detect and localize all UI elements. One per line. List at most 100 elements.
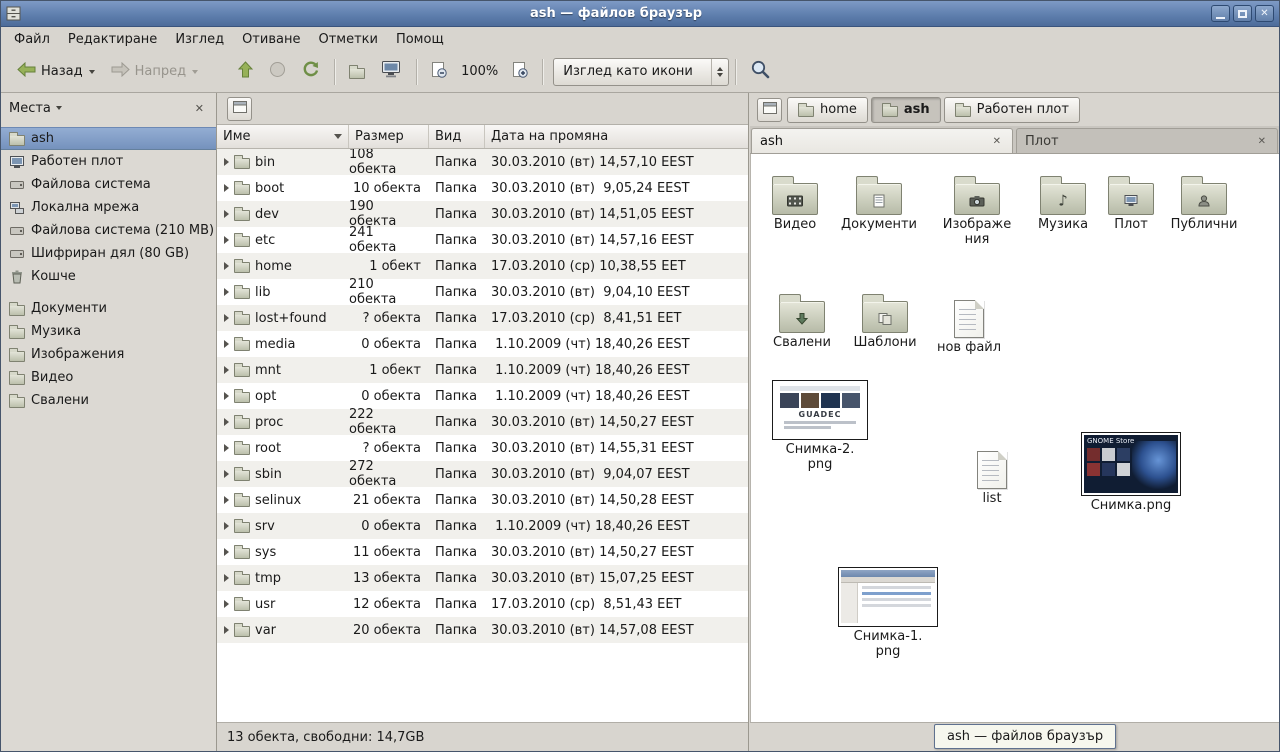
combo-spinner-icon[interactable] [711,59,728,85]
file-icon-item[interactable]: Плот [1090,174,1172,233]
expander-icon[interactable] [224,600,229,608]
edit-location-button-2[interactable] [757,98,782,122]
table-row[interactable]: opt0 обектаПапка 1.10.2009 (чт) 18,40,26… [217,383,748,409]
edit-location-button[interactable] [227,97,252,121]
expander-icon[interactable] [224,418,229,426]
zoom-in-button[interactable] [504,56,536,88]
file-icon-item[interactable]: Шаблони [844,292,926,351]
view-mode-select[interactable]: Изглед като икони [553,58,729,86]
path-button[interactable]: Работен плот [944,97,1080,123]
sidebar-item[interactable]: Видео [1,366,216,389]
table-row[interactable]: dev190 обектаПапка30.03.2010 (вт) 14,51,… [217,201,748,227]
table-row[interactable]: var20 обектаПапка30.03.2010 (вт) 14,57,0… [217,617,748,643]
reload-button[interactable] [294,56,328,88]
sidebar-item[interactable]: Работен плот [1,150,216,173]
table-row[interactable]: lib210 обектаПапка30.03.2010 (вт) 9,04,1… [217,279,748,305]
table-row[interactable]: selinux21 обектаПапка30.03.2010 (вт) 14,… [217,487,748,513]
path-button[interactable]: home [787,97,868,123]
expander-icon[interactable] [224,626,229,634]
column-header[interactable]: Име [217,125,349,148]
tab-close-icon[interactable]: ✕ [990,135,1004,148]
file-icon-item[interactable]: Публични [1163,174,1245,233]
table-row[interactable]: home1 обектПапка17.03.2010 (ср) 10,38,55… [217,253,748,279]
tab[interactable]: Плот✕ [1016,128,1278,153]
file-icon-item[interactable]: Видео [754,174,836,233]
file-icon-item[interactable]: Документи [838,174,920,233]
file-icon-item[interactable]: Изображения [936,174,1018,248]
stop-button[interactable] [261,56,294,88]
menu-item[interactable]: Помощ [387,29,453,50]
expander-icon[interactable] [224,236,229,244]
expander-icon[interactable] [224,262,229,270]
sidebar-item[interactable]: Музика [1,320,216,343]
sidebar-item[interactable]: Кошче [1,265,216,288]
up-button[interactable] [230,56,261,88]
sidebar-item[interactable]: Изображения [1,343,216,366]
tab[interactable]: ash✕ [751,128,1013,153]
file-icon-item[interactable]: Свалени [761,292,843,351]
file-icon-item[interactable]: GUADECСнимка-2.png [765,380,875,473]
menu-item[interactable]: Отметки [309,29,386,50]
table-row[interactable]: sbin272 обектаПапка30.03.2010 (вт) 9,04,… [217,461,748,487]
table-row[interactable]: etc241 обектаПапка30.03.2010 (вт) 14,57,… [217,227,748,253]
table-row[interactable]: lost+found? обектаПапка17.03.2010 (ср) 8… [217,305,748,331]
table-row[interactable]: mnt1 обектПапка 1.10.2009 (чт) 18,40,26 … [217,357,748,383]
expander-icon[interactable] [224,548,229,556]
back-button[interactable]: Назад [9,56,103,88]
forward-button[interactable]: Напред [103,56,206,88]
sidebar-item[interactable]: Локална мрежа [1,196,216,219]
computer-button[interactable] [373,56,410,88]
table-row[interactable]: proc222 обектаПапка30.03.2010 (вт) 14,50… [217,409,748,435]
expander-icon[interactable] [224,574,229,582]
expander-icon[interactable] [224,210,229,218]
table-row[interactable]: root? обектаПапка30.03.2010 (вт) 14,55,3… [217,435,748,461]
table-row[interactable]: usr12 обектаПапка17.03.2010 (ср) 8,51,43… [217,591,748,617]
sidebar-dropdown-icon[interactable] [56,106,62,110]
sidebar-item[interactable]: Шифриран дял (80 GB) [1,242,216,265]
expander-icon[interactable] [224,314,229,322]
zoom-out-button[interactable] [423,56,455,88]
expander-icon[interactable] [224,158,229,166]
table-row[interactable]: boot10 обектаПапка30.03.2010 (вт) 9,05,2… [217,175,748,201]
sidebar-close-icon[interactable]: ✕ [191,101,208,116]
expander-icon[interactable] [224,340,229,348]
expander-icon[interactable] [224,366,229,374]
file-icon-item[interactable]: нов файл [928,296,1010,356]
sidebar-item[interactable]: Документи [1,297,216,320]
column-header[interactable]: Вид [429,125,485,148]
table-row[interactable]: srv0 обектаПапка 1.10.2009 (чт) 18,40,26… [217,513,748,539]
icon-canvas[interactable]: ВидеоДокументиИзображения♪МузикаПлотПубл… [750,154,1279,722]
table-row[interactable]: bin108 обектаПапка30.03.2010 (вт) 14,57,… [217,149,748,175]
expander-icon[interactable] [224,496,229,504]
sidebar-item[interactable]: Свалени [1,389,216,412]
menu-item[interactable]: Изглед [166,29,233,50]
file-icon-item[interactable]: GNOME StoreСнимка.png [1076,432,1186,514]
sort-arrow-icon[interactable] [334,134,342,139]
file-icon-item[interactable]: Снимка-1.png [833,567,943,660]
table-row[interactable]: sys11 обектаПапка30.03.2010 (вт) 14,50,2… [217,539,748,565]
minimize-button[interactable] [1211,5,1230,22]
menu-item[interactable]: Редактиране [59,29,166,50]
sidebar-title[interactable]: Места [9,101,51,116]
back-dropdown-icon[interactable] [89,70,95,74]
tab-close-icon[interactable]: ✕ [1255,135,1269,148]
menu-item[interactable]: Отиване [233,29,309,50]
close-button[interactable]: ✕ [1255,5,1274,22]
column-header[interactable]: Дата на промяна [485,125,748,148]
expander-icon[interactable] [224,288,229,296]
expander-icon[interactable] [224,444,229,452]
sidebar-item[interactable]: Файлова система (210 MB) [1,219,216,242]
expander-icon[interactable] [224,522,229,530]
path-button[interactable]: ash [871,97,941,123]
file-icon-item[interactable]: list [951,447,1033,507]
sidebar-item[interactable]: Файлова система [1,173,216,196]
titlebar[interactable]: ash — файлов браузър ✕ [1,1,1279,27]
search-button[interactable] [742,56,779,88]
table-row[interactable]: tmp13 обектаПапка30.03.2010 (вт) 15,07,2… [217,565,748,591]
expander-icon[interactable] [224,392,229,400]
expander-icon[interactable] [224,184,229,192]
table-row[interactable]: media0 обектаПапка 1.10.2009 (чт) 18,40,… [217,331,748,357]
sidebar-item[interactable]: ash [1,127,216,150]
maximize-button[interactable] [1233,5,1252,22]
home-button[interactable] [341,56,373,88]
